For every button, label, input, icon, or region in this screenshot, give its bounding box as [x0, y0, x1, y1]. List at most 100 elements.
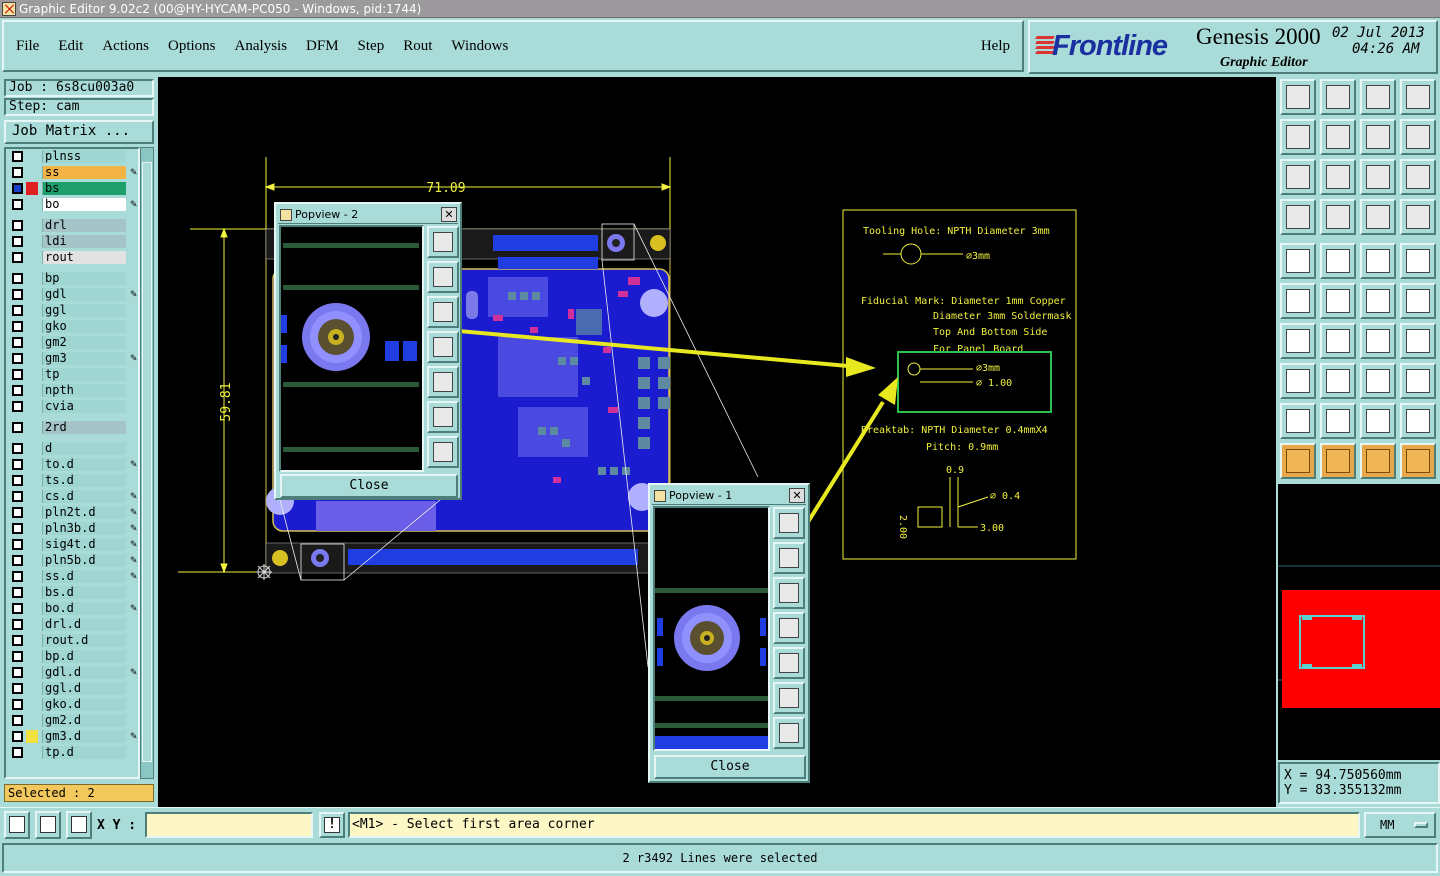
layer-name[interactable]: ggl [42, 304, 126, 317]
layer-checkbox[interactable] [12, 603, 23, 614]
circle-pad-tool-button[interactable] [1400, 243, 1436, 279]
layer-name[interactable]: gko.d [42, 698, 126, 711]
layer-name[interactable]: gko [42, 320, 126, 333]
layer-name[interactable]: tp [42, 368, 126, 381]
layer-row[interactable]: cvia [6, 399, 138, 414]
fit-vertical-tool-button[interactable] [1280, 159, 1316, 195]
exclamation-button[interactable]: ! [319, 812, 345, 838]
pv1-zoom-button-7[interactable] [773, 717, 805, 749]
layer-checkbox[interactable] [12, 507, 23, 518]
popview-2-view[interactable] [279, 225, 424, 472]
line-tool-button[interactable] [1320, 323, 1356, 359]
layer-row[interactable]: drl [6, 218, 138, 233]
popview-1-close-button[interactable]: Close [654, 755, 806, 779]
layer-row[interactable]: gdl.d ✎ [6, 665, 138, 680]
overview-map[interactable] [1278, 484, 1440, 760]
layer-checkbox[interactable] [12, 715, 23, 726]
layer-checkbox[interactable] [12, 619, 23, 630]
units-select[interactable]: MM [1364, 812, 1436, 838]
pan-left-tool-button[interactable] [1280, 119, 1316, 155]
layer-checkbox[interactable] [12, 635, 23, 646]
copy-tool-button[interactable] [1400, 283, 1436, 319]
layer-name[interactable]: gm3.d [42, 730, 126, 743]
menu-dfm[interactable]: DFM [306, 38, 339, 55]
popview-1-titlebar[interactable]: Popview - 1 ✕ [652, 487, 806, 505]
mirror-tool-button[interactable] [1360, 119, 1396, 155]
layer-name[interactable]: drl.d [42, 618, 126, 631]
menu-step[interactable]: Step [358, 38, 385, 55]
layer-row[interactable]: ss.d ✎ [6, 569, 138, 584]
layer-row[interactable]: bp.d [6, 649, 138, 664]
layer-name[interactable]: 2rd [42, 421, 126, 434]
layer-row[interactable]: drl.d [6, 617, 138, 632]
layer-checkbox[interactable] [12, 273, 23, 284]
menu-file[interactable]: File [16, 38, 39, 55]
select-cursor-tool-button[interactable] [1360, 443, 1396, 479]
layer-checkbox[interactable] [12, 699, 23, 710]
layer-checkbox[interactable] [12, 523, 23, 534]
window-titlebar[interactable]: Graphic Editor 9.02c2 (00@HY-HYCAM-PC050… [0, 0, 1440, 18]
layer-checkbox[interactable] [12, 459, 23, 470]
resize-tool-button[interactable] [1360, 363, 1396, 399]
layer-row[interactable]: bp [6, 271, 138, 286]
rotate-tool-button[interactable] [1400, 119, 1436, 155]
layer-row[interactable]: gm3 ✎ [6, 351, 138, 366]
select-box-tool-button[interactable] [1320, 443, 1356, 479]
layer-name[interactable]: pln5b.d [42, 554, 126, 567]
layer-checkbox[interactable] [12, 183, 23, 194]
layer-checkbox[interactable] [12, 199, 23, 210]
arc-tool-button[interactable] [1360, 323, 1396, 359]
layer-row[interactable]: gko [6, 319, 138, 334]
one-to-one-tool-button[interactable] [1360, 159, 1396, 195]
layer-row[interactable]: to.d ✎ [6, 457, 138, 472]
layer-row[interactable]: cs.d ✎ [6, 489, 138, 504]
layer-checkbox[interactable] [12, 401, 23, 412]
layer-row[interactable]: ts.d [6, 473, 138, 488]
layer-row[interactable]: ggl [6, 303, 138, 318]
layer-checkbox[interactable] [12, 555, 23, 566]
layer-row[interactable]: tp.d [6, 745, 138, 760]
layer-checkbox[interactable] [12, 220, 23, 231]
pv1-zoom-button-3[interactable] [773, 577, 805, 609]
scroll-thumb[interactable] [142, 162, 152, 762]
close-icon[interactable]: ✕ [789, 488, 805, 503]
split-tool-button[interactable] [1400, 323, 1436, 359]
layer-name[interactable]: rout [42, 251, 126, 264]
select-net-tool-button[interactable] [1400, 443, 1436, 479]
pv1-zoom-button-5[interactable] [773, 647, 805, 679]
snap-mode-button-3[interactable] [66, 811, 92, 839]
menu-actions[interactable]: Actions [102, 38, 149, 55]
layer-name[interactable]: bs [42, 182, 126, 195]
pv1-zoom-button-1[interactable] [773, 507, 805, 539]
layer-checkbox[interactable] [12, 369, 23, 380]
xy-input[interactable] [145, 812, 313, 838]
layer-row[interactable]: 2rd [6, 420, 138, 435]
cluster-tool-button[interactable] [1400, 363, 1436, 399]
pv1-zoom-button-6[interactable] [773, 682, 805, 714]
layer-row[interactable]: pln2t.d ✎ [6, 505, 138, 520]
layer-row[interactable]: bo.d ✎ [6, 601, 138, 616]
minus-tool-button[interactable] [1320, 363, 1356, 399]
layer-name[interactable]: pln3b.d [42, 522, 126, 535]
menu-options[interactable]: Options [168, 38, 216, 55]
layer-row[interactable]: ggl.d [6, 681, 138, 696]
triangle-shape-tool-button[interactable] [1360, 403, 1396, 439]
layer-checkbox[interactable] [12, 305, 23, 316]
layer-checkbox[interactable] [12, 571, 23, 582]
layer-name[interactable]: bp [42, 272, 126, 285]
layer-checkbox[interactable] [12, 337, 23, 348]
layer-checkbox[interactable] [12, 321, 23, 332]
pan-down-tool-button[interactable] [1320, 79, 1356, 115]
layer-name[interactable]: gdl [42, 288, 126, 301]
menu-analysis[interactable]: Analysis [235, 38, 288, 55]
popview-1-view[interactable] [653, 506, 770, 751]
query-tool-button[interactable] [1400, 159, 1436, 195]
popview-2-window[interactable]: Popview - 2 ✕ Close [274, 202, 462, 500]
pv1-zoom-button-4[interactable] [773, 612, 805, 644]
pv2-zoom-button-7[interactable] [427, 436, 459, 468]
layer-name[interactable]: rout.d [42, 634, 126, 647]
layer-name[interactable]: drl [42, 219, 126, 232]
add-pad-tool-button[interactable] [1280, 243, 1316, 279]
layer-name[interactable]: npth [42, 384, 126, 397]
layer-row[interactable]: gko.d [6, 697, 138, 712]
